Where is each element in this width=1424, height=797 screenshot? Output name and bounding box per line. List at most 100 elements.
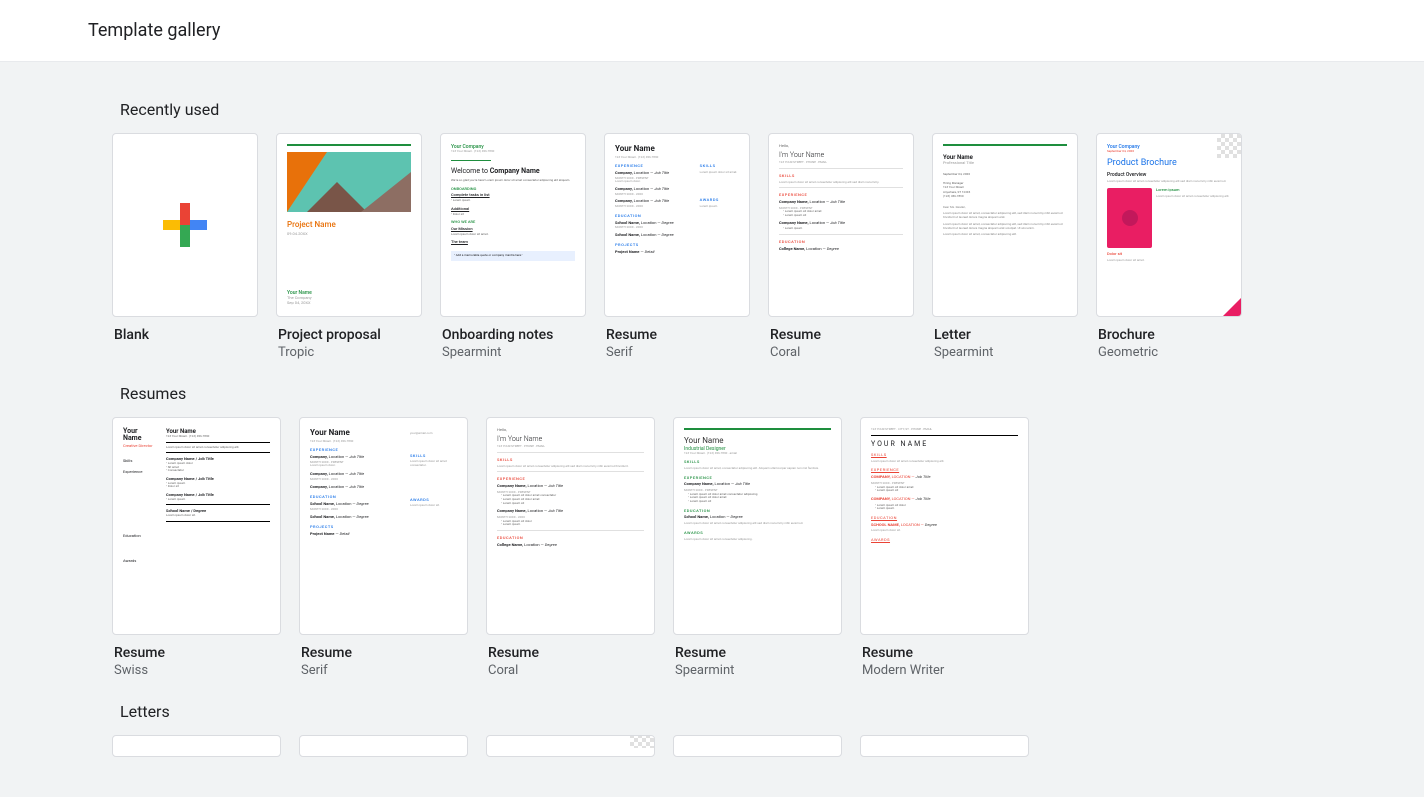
plus-icon [163, 203, 207, 247]
template-subtitle: Coral [488, 663, 653, 678]
section-title-letters: Letters [120, 702, 1312, 721]
sw-name2: Name [123, 435, 158, 442]
rs2-proj: PROJECTS [310, 525, 404, 530]
rs-name: Your Name [615, 144, 694, 154]
template-resume-spearmint[interactable]: Your Name Industrial Designer 123 Your S… [673, 417, 842, 678]
rs2-exp: EXPERIENCE [310, 448, 404, 453]
templates-row-resumes: Your Name Creative Director Skills Exper… [112, 417, 1312, 678]
template-title: Resume [488, 645, 653, 661]
rc-skills: SKILLS [779, 174, 903, 179]
template-letter-spearmint[interactable]: Your Name Professional Title September 0… [932, 133, 1078, 360]
sw-exp: Experience [123, 470, 158, 475]
thumbnail-peek [299, 735, 468, 757]
thumbnail-resume-coral-2: Hello, I'm Your Name 123 YOUR STREET · P… [486, 417, 655, 635]
rs2-awards: AWARDS [410, 498, 457, 503]
sw-skills: Skills [123, 459, 158, 464]
template-brochure-geometric[interactable]: Your Company September 04, 20XX Product … [1096, 133, 1242, 360]
template-subtitle: Modern Writer [862, 663, 1027, 678]
template-title: Project proposal [278, 327, 420, 343]
rc2-name: I'm Your Name [497, 435, 644, 443]
template-title: Resume [606, 327, 748, 343]
on-welcome-prefix: Welcome to [451, 167, 490, 175]
template-title: Resume [301, 645, 466, 661]
template-title: Resume [114, 645, 279, 661]
sp-name: Your Name [684, 436, 831, 446]
rc2-edu: EDUCATION [497, 536, 644, 541]
rc2-skills: SKILLS [497, 458, 644, 463]
template-letter-peek-1[interactable] [112, 735, 281, 757]
template-resume-serif[interactable]: Your Name 123 Your Street · (123) 456-78… [604, 133, 750, 360]
sp-edu: EDUCATION [684, 509, 831, 514]
on-sec4: The team [451, 240, 575, 245]
thumbnail-resume-serif-2: Your Name 123 Your Street · (123) 456-78… [299, 417, 468, 635]
br-dolor: Dolor sit [1107, 252, 1231, 257]
thumbnail-peek [860, 735, 1029, 757]
mw-awards: AWARDS [871, 538, 1018, 543]
templates-row-recent: Blank Project Name 09.04.20XX Your Name … [112, 133, 1312, 360]
thumbnail-resume-spearmint: Your Name Industrial Designer 123 Your S… [673, 417, 842, 635]
thumbnail-project-proposal: Project Name 09.04.20XX Your Name The Co… [276, 133, 422, 317]
template-title: Brochure [1098, 327, 1240, 343]
thumbnail-resume-serif: Your Name 123 Your Street · (123) 456-78… [604, 133, 750, 317]
mw-skills: SKILLS [871, 453, 1018, 458]
template-resume-modern-writer[interactable]: 123 YOUR STREET · CITY, ST · PHONE · EMA… [860, 417, 1029, 678]
template-subtitle: Serif [301, 663, 466, 678]
template-resume-serif-2[interactable]: Your Name 123 Your Street · (123) 456-78… [299, 417, 468, 678]
rc-hello: Hello, [779, 144, 903, 149]
rc2-exp: EXPERIENCE [497, 477, 644, 482]
templates-row-letters [112, 735, 1312, 757]
template-subtitle: Tropic [278, 345, 420, 360]
br-title: Product Brochure [1107, 158, 1231, 169]
template-title: Onboarding notes [442, 327, 584, 343]
template-title: Resume [770, 327, 912, 343]
template-subtitle: Swiss [114, 663, 279, 678]
template-subtitle: Spearmint [442, 345, 584, 360]
template-subtitle: Spearmint [675, 663, 840, 678]
template-blank[interactable]: Blank [112, 133, 258, 360]
thumbnail-brochure: Your Company September 04, 20XX Product … [1096, 133, 1242, 317]
sw-role: Creative Director [123, 444, 158, 449]
template-letter-peek-2[interactable] [299, 735, 468, 757]
page-header: Template gallery [0, 0, 1424, 62]
section-recently-used: Recently used Blank [72, 100, 1352, 360]
mw-name: YOUR NAME [871, 440, 1018, 448]
thumbnail-resume-coral: Hello, I'm Your Name 123 YOUR STREET · P… [768, 133, 914, 317]
on-welcome-bold: Company Name [490, 167, 540, 175]
rs-awards: AWARDS [700, 198, 739, 203]
template-subtitle: Coral [770, 345, 912, 360]
sw-edu: Education [123, 534, 158, 539]
sp-awards: AWARDS [684, 531, 831, 536]
thumbnail-onboarding: Your Company 123 Your Street · (123) 456… [440, 133, 586, 317]
mw-edu: EDUCATION [871, 516, 1018, 521]
sp-exp: EXPERIENCE [684, 476, 831, 481]
template-resume-coral-2[interactable]: Hello, I'm Your Name 123 YOUR STREET · P… [486, 417, 655, 678]
rs2-skills: SKILLS [410, 454, 457, 459]
template-resume-coral[interactable]: Hello, I'm Your Name 123 YOUR STREET · P… [768, 133, 914, 360]
section-resumes: Resumes Your Name Creative Director Skil… [72, 384, 1352, 678]
section-title-resumes: Resumes [120, 384, 1312, 403]
thumbnail-resume-swiss: Your Name Creative Director Skills Exper… [112, 417, 281, 635]
content-area: Recently used Blank [0, 62, 1424, 797]
page-title: Template gallery [88, 20, 1336, 41]
template-title: Resume [862, 645, 1027, 661]
template-title: Blank [114, 327, 256, 343]
pp-heading: Project Name [287, 220, 411, 230]
br-overview: Product Overview [1107, 172, 1231, 178]
rs-proj: PROJECTS [615, 243, 694, 248]
sw-awards: Awards [123, 559, 158, 564]
template-letter-peek-4[interactable] [673, 735, 842, 757]
rc-exp: EXPERIENCE [779, 193, 903, 198]
section-letters: Letters [72, 702, 1352, 757]
rs-edu: EDUCATION [615, 214, 694, 219]
rc-edu: EDUCATION [779, 240, 903, 245]
rc-name: I'm Your Name [779, 151, 903, 159]
template-letter-peek-5[interactable] [860, 735, 1029, 757]
template-project-proposal[interactable]: Project Name 09.04.20XX Your Name The Co… [276, 133, 422, 360]
template-letter-peek-3[interactable] [486, 735, 655, 757]
template-resume-swiss[interactable]: Your Name Creative Director Skills Exper… [112, 417, 281, 678]
template-onboarding-notes[interactable]: Your Company 123 Your Street · (123) 456… [440, 133, 586, 360]
thumbnail-blank [112, 133, 258, 317]
template-subtitle: Serif [606, 345, 748, 360]
rs2-edu: EDUCATION [310, 495, 404, 500]
rc2-hello: Hello, [497, 428, 644, 433]
